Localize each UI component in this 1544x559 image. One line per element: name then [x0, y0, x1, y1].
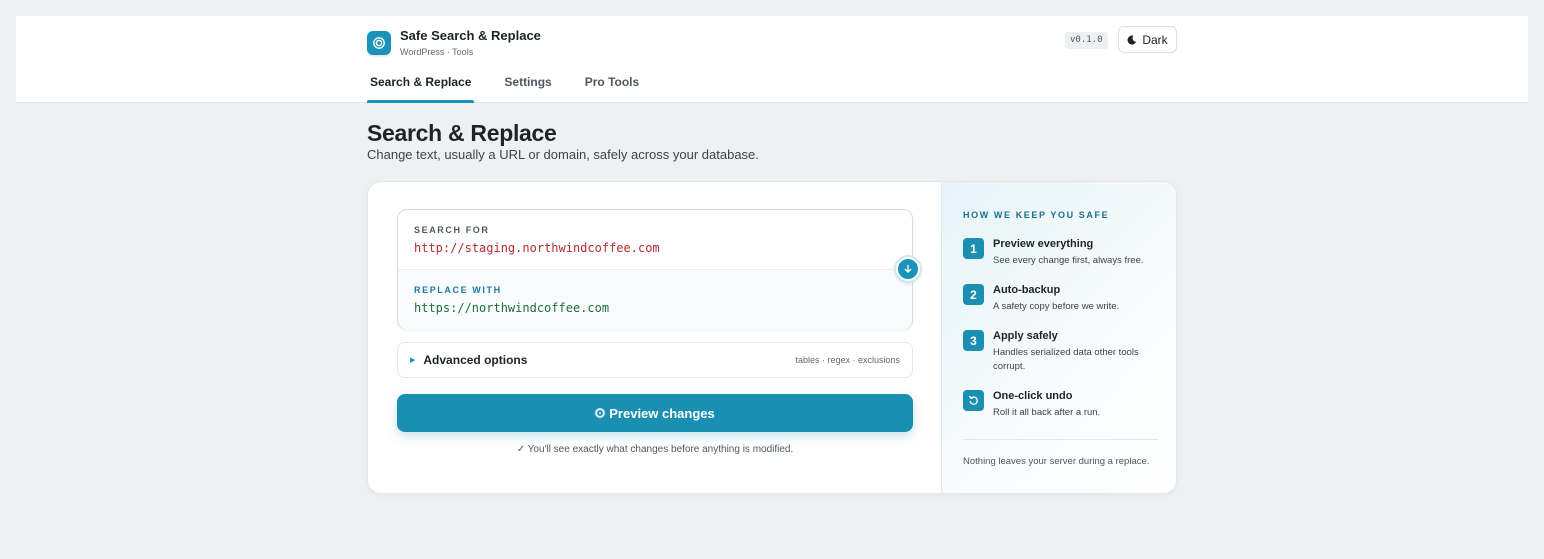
logo-icon — [367, 31, 391, 55]
safety-step: 3 Apply safely Handles serialized data o… — [963, 330, 1163, 374]
preview-note: ✓ You'll see exactly what changes before… — [516, 444, 794, 455]
step-title: Auto-backup — [993, 284, 1061, 296]
version-badge: v0.1.0 — [1065, 32, 1108, 49]
undo-icon — [963, 390, 984, 411]
caret-right-icon: ▶ — [410, 357, 416, 364]
preview-changes-button[interactable]: Preview changes — [397, 394, 913, 432]
search-label: SEARCH FOR — [414, 225, 490, 235]
swap-button[interactable] — [896, 257, 920, 281]
preview-changes-label: Preview changes — [609, 405, 715, 421]
replace-label: REPLACE WITH — [414, 285, 502, 295]
app-subtitle: WordPress · Tools — [400, 47, 474, 57]
page-title: Search & Replace — [367, 120, 557, 146]
step-description: Roll it all back after a run. — [993, 407, 1101, 418]
advanced-options-label: Advanced options — [423, 353, 528, 367]
search-input[interactable]: http://staging.northwindcoffee.com — [414, 241, 896, 255]
safety-step: One-click undo Roll it all back after a … — [963, 390, 1163, 420]
replace-input[interactable]: https://northwindcoffee.com — [414, 301, 896, 315]
tab-bar: Search & Replace Settings Pro Tools — [367, 68, 669, 103]
tab-pro-tools[interactable]: Pro Tools — [582, 68, 642, 103]
step-description: See every change first, always free. — [993, 255, 1144, 266]
app-title: Safe Search & Replace — [400, 28, 541, 43]
tab-search-replace[interactable]: Search & Replace — [367, 68, 475, 103]
moon-icon — [1127, 35, 1137, 45]
step-title: Apply safely — [993, 330, 1058, 342]
step-badge: 3 — [963, 330, 984, 351]
step-title: One-click undo — [993, 390, 1073, 402]
safety-heading: HOW WE KEEP YOU SAFE — [963, 210, 1110, 220]
tab-settings[interactable]: Settings — [501, 68, 554, 103]
page-subtitle: Change text, usually a URL or domain, sa… — [367, 147, 759, 162]
safety-panel: HOW WE KEEP YOU SAFE 1 Preview everythin… — [941, 182, 1176, 493]
safety-step: 2 Auto-backup A safety copy before we wr… — [963, 284, 1163, 314]
safety-footer: Nothing leaves your server during a repl… — [963, 456, 1150, 467]
brand: Safe Search & Replace WordPress · Tools — [367, 28, 541, 58]
radio-dot-icon — [595, 408, 606, 418]
dark-mode-button[interactable]: Dark — [1118, 26, 1177, 53]
top-bar: Safe Search & Replace WordPress · Tools … — [16, 16, 1528, 103]
safety-step: 1 Preview everything See every change fi… — [963, 238, 1163, 268]
search-replace-card: SEARCH FOR http://staging.northwindcoffe… — [367, 181, 1177, 494]
step-badge: 2 — [963, 284, 984, 305]
search-field[interactable]: SEARCH FOR http://staging.northwindcoffe… — [398, 210, 912, 270]
advanced-options-meta: tables · regex · exclusions — [795, 355, 900, 365]
search-replace-fields: SEARCH FOR http://staging.northwindcoffe… — [397, 209, 920, 330]
arrow-down-icon — [904, 264, 912, 273]
dark-mode-label: Dark — [1142, 32, 1168, 47]
divider — [963, 439, 1158, 440]
step-badge: 1 — [963, 238, 984, 259]
step-description: A safety copy before we write. — [993, 301, 1120, 312]
step-description: Handles serialized data other tools corr… — [993, 347, 1139, 372]
replace-field[interactable]: REPLACE WITH https://northwindcoffee.com — [398, 270, 912, 330]
step-title: Preview everything — [993, 238, 1094, 250]
advanced-options-toggle[interactable]: ▶ Advanced options tables · regex · excl… — [397, 342, 913, 378]
